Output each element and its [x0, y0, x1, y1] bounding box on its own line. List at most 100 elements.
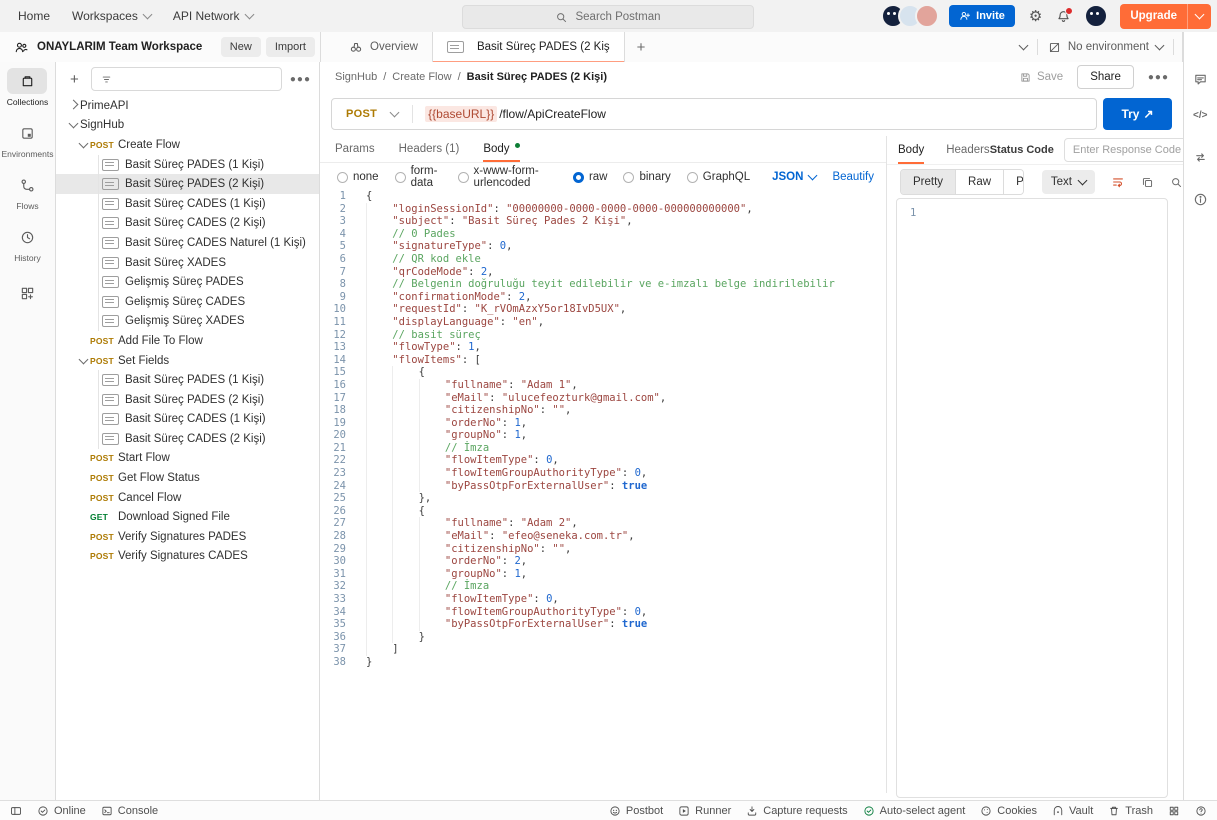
- body-mode-GraphQL[interactable]: GraphQL: [687, 171, 750, 183]
- response-view-preview[interactable]: Preview: [1004, 170, 1024, 194]
- rail-item-environments[interactable]: Environments: [2, 120, 54, 159]
- response-view-raw[interactable]: Raw: [956, 170, 1004, 194]
- code-snippet-icon[interactable]: </>: [1193, 110, 1207, 121]
- response-search-icon[interactable]: [1170, 176, 1183, 189]
- tab-overview[interactable]: Overview: [335, 32, 432, 62]
- statusbar-layout[interactable]: [10, 805, 22, 817]
- example-basit-süreç-cades-2-kişi-[interactable]: Basit Süreç CADES (2 Kişi): [56, 429, 319, 449]
- example-basit-süreç-pades-2-kişi-[interactable]: Basit Süreç PADES (2 Kişi): [56, 390, 319, 410]
- beautify-link[interactable]: Beautify: [832, 171, 874, 183]
- statusbar-runner[interactable]: Runner: [678, 805, 731, 817]
- add-collection-button[interactable]: +: [66, 71, 83, 88]
- body-mode-form-data[interactable]: form-data: [395, 165, 442, 189]
- user-avatar[interactable]: [1084, 4, 1108, 28]
- documentation-comment-icon[interactable]: [1193, 72, 1208, 87]
- example-gelişmiş-süreç-cades[interactable]: Gelişmiş Süreç CADES: [56, 292, 319, 312]
- response-body-editor[interactable]: 1: [896, 198, 1168, 798]
- request-more-icon[interactable]: ●●●: [1148, 72, 1169, 83]
- example-basit-süreç-cades-1-kişi-[interactable]: Basit Süreç CADES (1 Kişi): [56, 410, 319, 430]
- breadcrumb-part[interactable]: SignHub: [335, 71, 377, 83]
- request-tab-headers-1-[interactable]: Headers (1): [399, 136, 460, 162]
- invite-button[interactable]: Invite: [949, 5, 1015, 27]
- related-requests-icon[interactable]: [1193, 150, 1217, 165]
- collection-signhub[interactable]: SignHub: [56, 116, 319, 136]
- statusbar-online[interactable]: Online: [37, 805, 86, 817]
- body-mode-x-www-form-urlencoded[interactable]: x-www-form-urlencoded: [458, 165, 557, 189]
- request-tab-body[interactable]: Body: [483, 136, 519, 162]
- response-tab-headers[interactable]: Headers: [946, 136, 989, 164]
- tab-overflow-chevron-icon[interactable]: [1018, 41, 1028, 51]
- request-verify-signatures-pades[interactable]: POSTVerify Signatures PADES: [56, 527, 319, 547]
- global-search-input[interactable]: Search Postman: [462, 5, 754, 29]
- tab-active-request[interactable]: Basit Süreç PADES (2 Kiş: [432, 32, 625, 62]
- upgrade-dropdown[interactable]: [1188, 14, 1211, 18]
- save-button[interactable]: Save: [1019, 71, 1063, 84]
- method-selector[interactable]: POST: [332, 108, 412, 120]
- url-path[interactable]: /flow/ApiCreateFlow: [499, 107, 606, 121]
- request-set-fields[interactable]: POSTSet Fields: [56, 351, 319, 371]
- response-view-pretty[interactable]: Pretty: [901, 170, 956, 194]
- statusbar-vault[interactable]: Vault: [1052, 805, 1093, 817]
- request-create-flow[interactable]: POSTCreate Flow: [56, 135, 319, 155]
- wrap-lines-icon[interactable]: [1111, 175, 1125, 189]
- rail-configure-icon[interactable]: [20, 286, 35, 304]
- nav-workspaces[interactable]: Workspaces: [72, 9, 151, 23]
- body-mode-raw[interactable]: raw: [573, 171, 608, 183]
- request-download-signed-file[interactable]: GETDownload Signed File: [56, 507, 319, 527]
- upgrade-button[interactable]: Upgrade: [1120, 4, 1211, 29]
- example-basit-süreç-cades-2-kişi-[interactable]: Basit Süreç CADES (2 Kişi): [56, 214, 319, 234]
- json-code[interactable]: { "loginSessionId": "00000000-0000-0000-…: [354, 190, 886, 793]
- request-verify-signatures-cades[interactable]: POSTVerify Signatures CADES: [56, 547, 319, 567]
- statusbar-postbot[interactable]: Postbot: [609, 805, 663, 817]
- nav-api-network[interactable]: API Network: [173, 9, 253, 23]
- request-tab-params[interactable]: Params: [335, 136, 375, 162]
- example-basit-süreç-cades-1-kişi-[interactable]: Basit Süreç CADES (1 Kişi): [56, 194, 319, 214]
- breadcrumb[interactable]: SignHub/Create Flow/Basit Süreç PADES (2…: [335, 71, 607, 83]
- request-start-flow[interactable]: POSTStart Flow: [56, 449, 319, 469]
- copy-icon[interactable]: [1141, 176, 1154, 189]
- settings-gear-icon[interactable]: ⚙: [1029, 9, 1042, 24]
- statusbar-capture-requests[interactable]: Capture requests: [746, 805, 847, 817]
- environment-selector[interactable]: No environment: [1048, 41, 1163, 54]
- example-basit-süreç-xades[interactable]: Basit Süreç XADES: [56, 253, 319, 273]
- url-variable[interactable]: {{baseURL}}: [425, 106, 497, 122]
- nav-home[interactable]: Home: [18, 9, 50, 23]
- url-bar[interactable]: POST {{baseURL}} /flow/ApiCreateFlow: [331, 98, 1097, 130]
- team-avatar-3[interactable]: [915, 4, 939, 28]
- statusbar-grid[interactable]: [1168, 805, 1180, 817]
- workspace-title[interactable]: ONAYLARIM Team Workspace: [37, 41, 202, 53]
- sidebar-filter-input[interactable]: [91, 67, 282, 91]
- body-language-dropdown[interactable]: JSON: [772, 171, 816, 183]
- statusbar-console[interactable]: Console: [101, 805, 158, 817]
- collection-primeapi[interactable]: PrimeAPI: [56, 96, 319, 116]
- example-basit-süreç-pades-2-kişi-[interactable]: Basit Süreç PADES (2 Kişi): [56, 174, 319, 194]
- body-mode-binary[interactable]: binary: [623, 171, 670, 183]
- body-mode-none[interactable]: none: [337, 171, 379, 183]
- try-button[interactable]: Try ↗: [1103, 98, 1172, 130]
- request-body-editor[interactable]: 1234567891011121314151617181920212223242…: [320, 190, 886, 793]
- import-button[interactable]: Import: [266, 37, 315, 57]
- statusbar-trash[interactable]: Trash: [1108, 805, 1153, 817]
- example-gelişmiş-süreç-xades[interactable]: Gelişmiş Süreç XADES: [56, 312, 319, 332]
- info-icon[interactable]: [1193, 192, 1208, 207]
- rail-item-collections[interactable]: Collections: [7, 68, 49, 107]
- example-gelişmiş-süreç-pades[interactable]: Gelişmiş Süreç PADES: [56, 272, 319, 292]
- new-button[interactable]: New: [221, 37, 261, 57]
- rail-item-history[interactable]: History: [8, 224, 48, 263]
- example-basit-süreç-cades-naturel-1-kişi-[interactable]: Basit Süreç CADES Naturel (1 Kişi): [56, 233, 319, 253]
- statusbar-auto-select-agent[interactable]: Auto-select agent: [863, 805, 966, 817]
- request-cancel-flow[interactable]: POSTCancel Flow: [56, 488, 319, 508]
- request-get-flow-status[interactable]: POSTGet Flow Status: [56, 468, 319, 488]
- breadcrumb-part[interactable]: Basit Süreç PADES (2 Kişi): [467, 71, 607, 83]
- share-button[interactable]: Share: [1077, 65, 1134, 89]
- breadcrumb-part[interactable]: Create Flow: [392, 71, 451, 83]
- request-add-file-to-flow[interactable]: POSTAdd File To Flow: [56, 331, 319, 351]
- response-tab-body[interactable]: Body: [898, 136, 924, 164]
- rail-item-flows[interactable]: Flows: [8, 172, 48, 211]
- example-basit-süreç-pades-1-kişi-[interactable]: Basit Süreç PADES (1 Kişi): [56, 370, 319, 390]
- notifications-bell-icon[interactable]: [1056, 9, 1071, 24]
- sidebar-more-icon[interactable]: ●●●: [290, 74, 311, 85]
- statusbar-help[interactable]: [1195, 805, 1207, 817]
- new-tab-button[interactable]: +: [625, 32, 658, 62]
- response-format-dropdown[interactable]: Text: [1042, 170, 1095, 194]
